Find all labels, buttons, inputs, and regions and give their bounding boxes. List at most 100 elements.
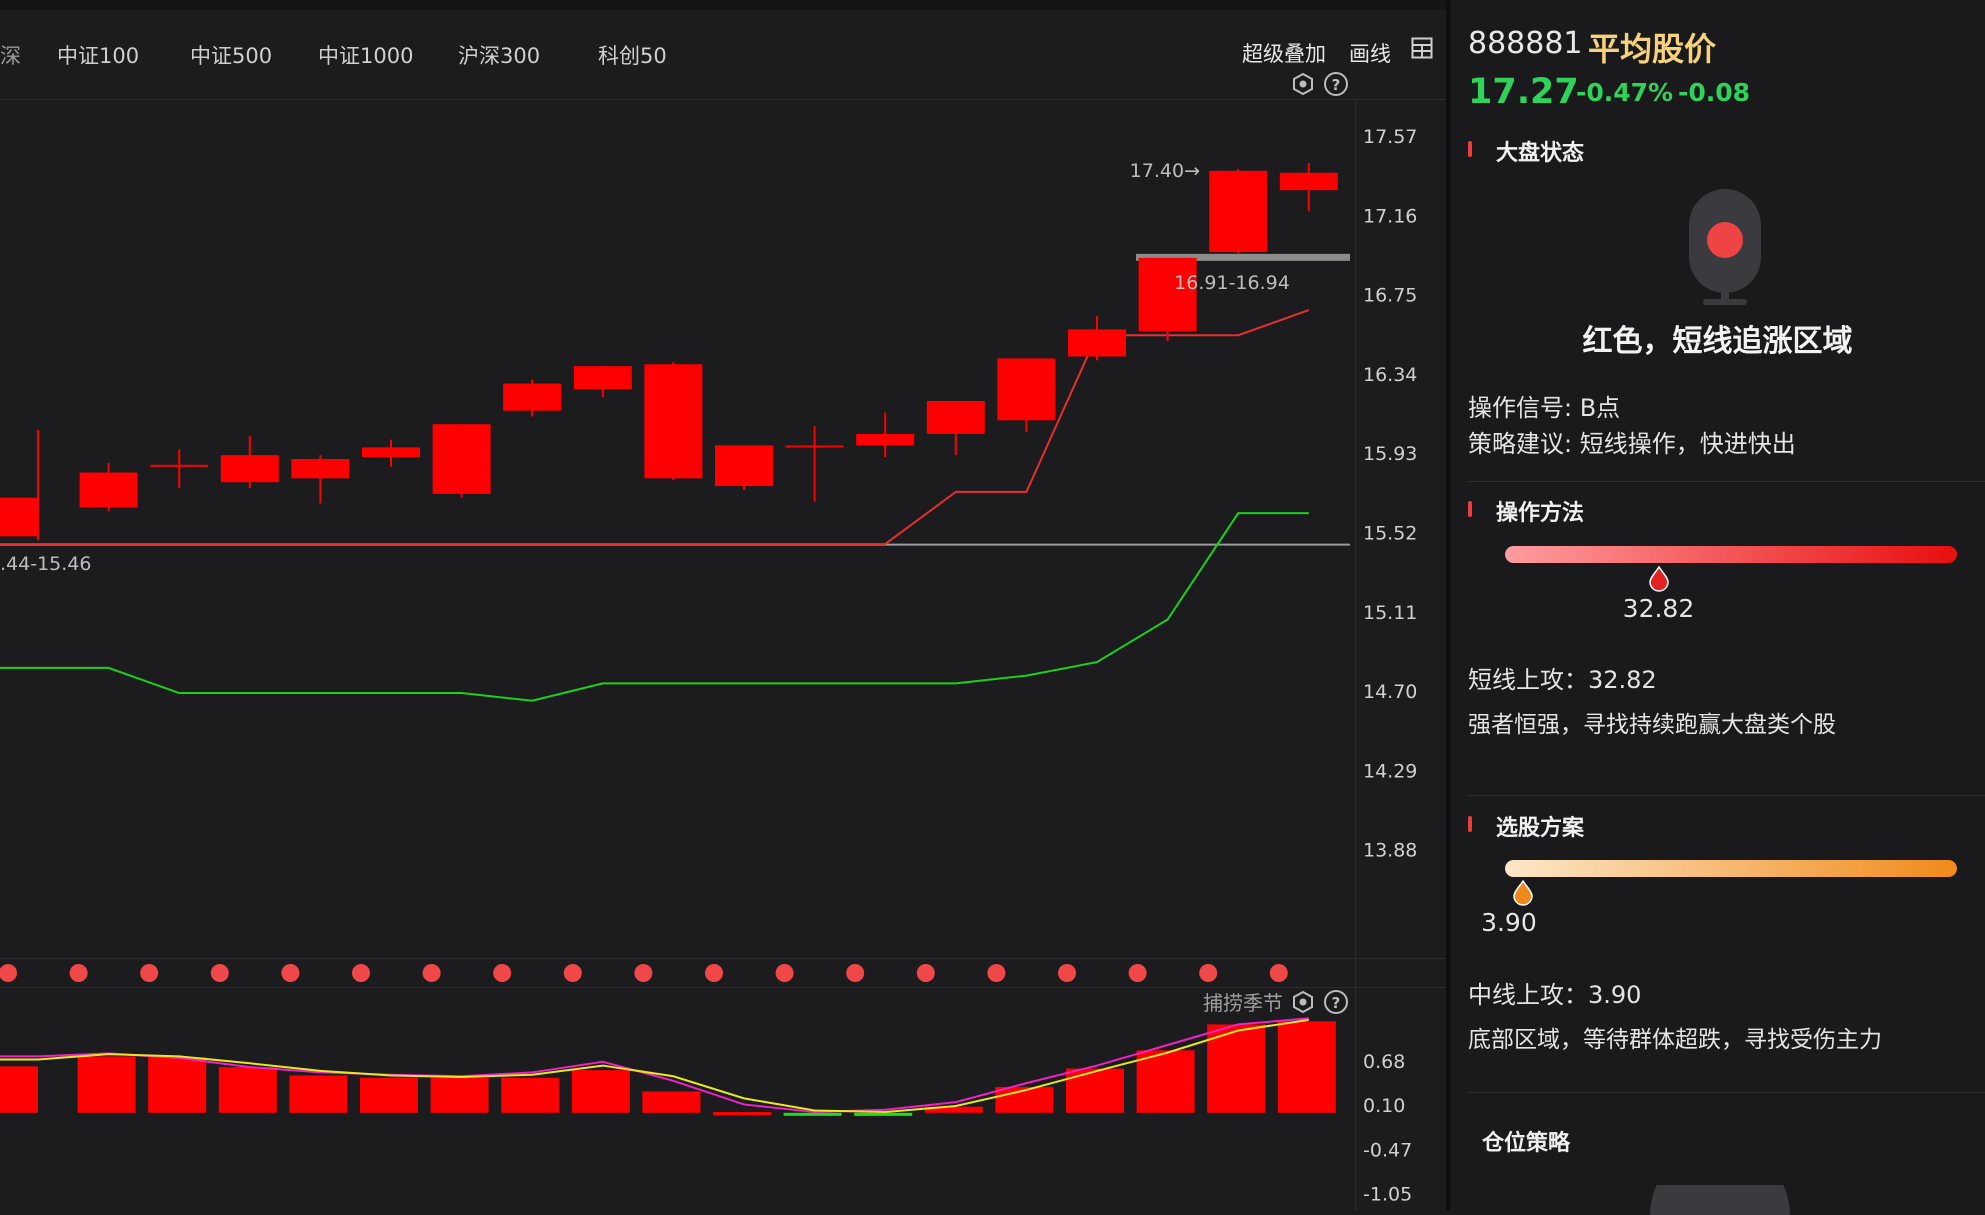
y-tick-label: 17.57 [1363, 126, 1417, 148]
stock-name: 平均股价 [1588, 30, 1717, 68]
subchart-tick-label: 0.68 [1363, 1051, 1405, 1073]
selection-line-1: 中线上攻：3.90 [1468, 981, 1642, 1009]
svg-text:?: ? [1332, 76, 1341, 94]
subchart-help-icon[interactable]: ? [1324, 990, 1348, 1014]
section-title-position: 仓位策略 [1482, 1131, 1571, 1156]
candle-body [856, 433, 915, 446]
signal-dot [705, 964, 723, 982]
signal-dot [916, 964, 935, 982]
traffic-light-icon [1689, 189, 1761, 305]
y-tick-label: 15.52 [1363, 523, 1417, 545]
subchart-title: 捕捞季节 [1203, 991, 1283, 1015]
subchart-bar [0, 1066, 38, 1113]
signal-dot [210, 964, 229, 982]
candle-body [432, 424, 491, 494]
subchart-bar [642, 1091, 701, 1113]
separator [1468, 1092, 1985, 1093]
stock-price: 17.27 [1468, 72, 1579, 112]
subchart-bar [1066, 1068, 1124, 1113]
signal-dot [352, 964, 370, 982]
subchart-bar [1277, 1021, 1336, 1113]
svg-text:?: ? [1332, 994, 1341, 1012]
candle-body [1279, 172, 1338, 191]
stock-code: 888881 [1468, 26, 1583, 61]
section-title-method: 操作方法 [1496, 501, 1585, 526]
candle-body [291, 459, 350, 479]
candle-body [220, 455, 279, 483]
candle-body [785, 445, 844, 448]
subchart-bar [218, 1067, 277, 1113]
market-status-text: 红色，短线追涨区域 [1582, 324, 1853, 359]
label-support-range: .44-15.46 [0, 553, 91, 575]
selection-gauge-marker-icon [1513, 880, 1533, 906]
signal-dot [281, 964, 300, 982]
signal-dot [0, 964, 17, 982]
y-tick-label: 15.93 [1363, 443, 1417, 465]
selection-gauge-value: 3.90 [1481, 908, 1537, 937]
subchart-bar [1136, 1050, 1195, 1113]
y-tick-label: 15.11 [1363, 602, 1417, 624]
signal-dot [775, 964, 794, 982]
section-title-market-state: 大盘状态 [1496, 141, 1585, 166]
y-tick-label: 13.88 [1363, 840, 1417, 862]
settings-icon[interactable] [1293, 72, 1313, 96]
main-chart-svg[interactable]: ? 17.57 17.16 16.75 16.34 15.93 15.52 15.11 14.… [0, 0, 1446, 1211]
chart-area[interactable]: 深 中证100 中证500 中证1000 沪深300 科创50 超级叠加 画线 … [0, 0, 1446, 1211]
green-support-line [0, 512, 1309, 702]
signal-dot [987, 964, 1006, 982]
help-icon[interactable]: ? [1324, 72, 1348, 96]
y-tick-label: 14.29 [1363, 760, 1417, 782]
section-marker [1468, 141, 1472, 157]
candle-body [150, 464, 209, 467]
candle-body [1068, 329, 1126, 357]
subchart-bar [289, 1075, 348, 1113]
strategy-advice: 策略建议: 短线操作，快进快出 [1468, 430, 1796, 458]
candle-body [715, 445, 773, 487]
subchart-tick-label: 0.10 [1363, 1095, 1405, 1117]
y-tick-label: 17.16 [1363, 205, 1417, 227]
signal-dot [1199, 964, 1218, 982]
subchart-bar [430, 1077, 489, 1113]
signal-dot [1058, 964, 1076, 982]
subchart-bar [501, 1077, 560, 1113]
candle-body [0, 497, 38, 537]
subchart-tick-label: -1.05 [1363, 1184, 1412, 1206]
subchart-bar [148, 1057, 207, 1113]
candle-body [573, 366, 632, 390]
stock-change-pct: -0.47% [1576, 78, 1674, 107]
subchart-settings-icon[interactable] [1293, 990, 1313, 1014]
signal-dot [140, 964, 159, 982]
subchart-bar [360, 1077, 418, 1113]
label-high-marker: 17.40→ [1130, 160, 1200, 182]
signal-dot [422, 964, 441, 982]
candle-body [1209, 170, 1268, 253]
selection-gauge-bar [1505, 860, 1957, 877]
signal-dot [69, 964, 88, 982]
subchart-bar [854, 1112, 913, 1116]
signal-dot [634, 964, 653, 982]
subchart-bar [783, 1112, 842, 1116]
subchart-tick-label: -0.47 [1363, 1139, 1412, 1161]
candle-body [997, 358, 1056, 421]
section-marker [1468, 816, 1472, 832]
stock-change: -0.08 [1678, 78, 1751, 107]
label-zone-range: 16.91-16.94 [1174, 272, 1290, 294]
y-tick-label: 16.75 [1363, 285, 1417, 307]
signal-dot [563, 964, 582, 982]
subchart-bar [571, 1070, 630, 1113]
section-title-selection: 选股方案 [1496, 816, 1585, 841]
signal-dot [1269, 964, 1288, 982]
candle-body [644, 364, 703, 479]
method-gauge-marker-icon [1648, 566, 1669, 592]
method-gauge-value: 32.82 [1622, 594, 1695, 623]
candle-body [926, 400, 985, 434]
operation-signal: 操作信号: B点 [1468, 394, 1621, 422]
subchart-bar [77, 1056, 136, 1113]
method-line-1: 短线上攻：32.82 [1468, 666, 1657, 694]
separator [1468, 795, 1985, 796]
candle-body [1138, 257, 1197, 332]
separator [1468, 481, 1985, 482]
subchart-bar [713, 1112, 771, 1116]
candle-body [79, 472, 138, 508]
method-line-2: 强者恒强，寻找持续跑赢大盘类个股 [1468, 712, 1836, 738]
